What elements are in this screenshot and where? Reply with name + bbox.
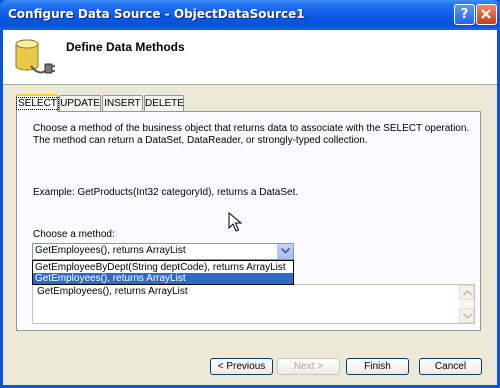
method-example: Example: GetProducts(Int32 categoryId), … — [33, 187, 299, 198]
method-dropdown-list: GetEmployeeByDept(String deptCode), retu… — [32, 260, 294, 285]
tab-insert[interactable]: INSERT — [102, 95, 143, 111]
chevron-down-icon — [281, 248, 290, 254]
close-icon — [481, 9, 491, 19]
next-button[interactable]: Next > — [277, 358, 340, 375]
select-tab-panel: Choose a method of the business object t… — [16, 111, 481, 331]
dropdown-option[interactable]: GetEmployeeByDept(String deptCode), retu… — [33, 262, 293, 273]
scroll-up-button[interactable] — [459, 285, 474, 300]
wizard-header: Define Data Methods — [3, 30, 497, 85]
close-button[interactable] — [476, 4, 497, 25]
chevron-down-icon — [463, 313, 472, 319]
title-bar[interactable]: Configure Data Source - ObjectDataSource… — [0, 0, 500, 30]
tab-select[interactable]: SELECT — [16, 94, 59, 112]
tab-update[interactable]: UPDATE — [59, 95, 101, 111]
wizard-step-title: Define Data Methods — [66, 40, 185, 54]
chevron-up-icon — [463, 290, 472, 296]
method-select-value: GetEmployees(), returns ArrayList — [35, 245, 186, 256]
scroll-down-button[interactable] — [459, 308, 474, 323]
window-title: Configure Data Source - ObjectDataSource… — [8, 7, 305, 21]
method-select[interactable]: GetEmployees(), returns ArrayList — [32, 243, 294, 260]
tab-select-label: SELECT — [16, 97, 59, 110]
method-signature-text: GetEmployees(), returns ArrayList — [37, 286, 188, 297]
mouse-pointer-icon — [228, 212, 243, 232]
tab-delete[interactable]: DELETE — [144, 95, 184, 111]
signature-scrollbar[interactable] — [459, 285, 474, 323]
method-select-dropdown-button[interactable] — [277, 244, 293, 259]
method-signature-box: GetEmployees(), returns ArrayList — [32, 284, 475, 324]
help-button[interactable]: ? — [454, 4, 475, 25]
cancel-button[interactable]: Cancel — [419, 358, 482, 375]
database-plug-icon — [15, 39, 55, 74]
finish-button[interactable]: Finish — [346, 358, 409, 375]
dialog-window: Configure Data Source - ObjectDataSource… — [0, 0, 500, 388]
method-description: Choose a method of the business object t… — [33, 123, 470, 146]
choose-method-label: Choose a method: — [33, 229, 115, 240]
previous-button[interactable]: < Previous — [210, 358, 273, 375]
dialog-client: Define Data Methods SELECT UPDATE INSERT… — [3, 30, 497, 385]
dropdown-option-selected[interactable]: GetEmployees(), returns ArrayList — [33, 273, 293, 284]
